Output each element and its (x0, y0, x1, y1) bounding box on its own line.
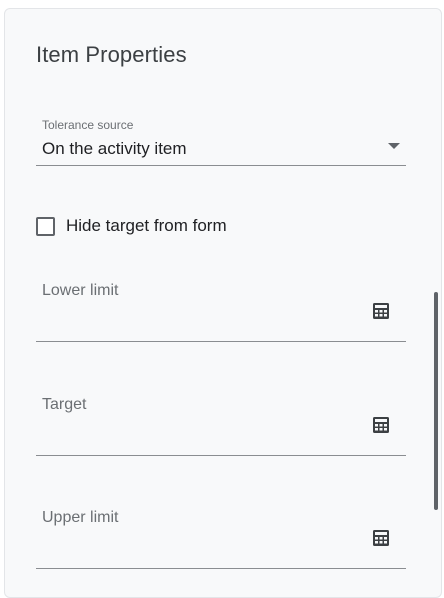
calculator-icon[interactable] (372, 302, 390, 320)
lower-limit-field[interactable]: Lower limit (36, 282, 406, 342)
hide-target-checkbox-row[interactable]: Hide target from form (36, 214, 227, 238)
dropdown-arrow-icon[interactable] (388, 143, 400, 149)
target-label: Target (42, 396, 87, 413)
tolerance-source-select[interactable]: Tolerance source On the activity item (36, 118, 406, 166)
hide-target-label: Hide target from form (66, 216, 227, 235)
tolerance-source-value: On the activity item (42, 139, 187, 158)
hide-target-checkbox[interactable] (36, 216, 55, 236)
calculator-icon[interactable] (372, 529, 390, 547)
upper-limit-field[interactable]: Upper limit (36, 509, 406, 569)
panel-title: Item Properties (36, 42, 187, 67)
lower-limit-label: Lower limit (42, 282, 119, 299)
vertical-scrollbar[interactable] (432, 100, 440, 587)
calculator-icon[interactable] (372, 416, 390, 434)
item-properties-panel: Item Properties Tolerance source On the … (4, 8, 442, 598)
tolerance-source-label: Tolerance source (42, 118, 134, 132)
upper-limit-label: Upper limit (42, 509, 119, 526)
target-field[interactable]: Target (36, 396, 406, 456)
scrollbar-thumb[interactable] (434, 292, 438, 510)
